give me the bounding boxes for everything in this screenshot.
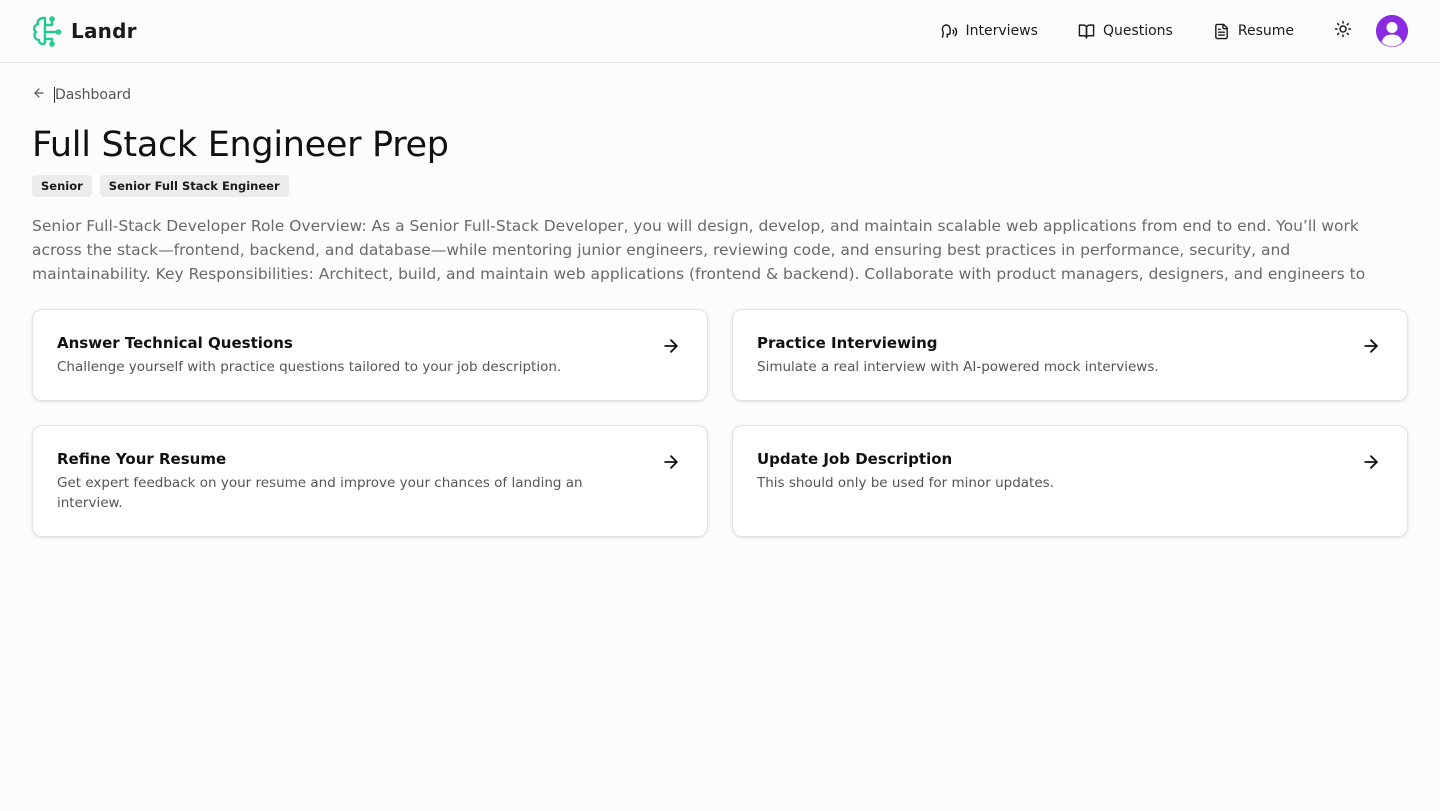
role-badge: Senior Full Stack Engineer <box>99 175 289 197</box>
speech-icon <box>941 23 958 40</box>
file-text-icon <box>1213 23 1230 40</box>
practice-interviewing-card[interactable]: Practice Interviewing Simulate a real in… <box>732 309 1408 401</box>
back-link-label: Dashboard <box>54 87 131 103</box>
nav-item-label: Interviews <box>965 23 1038 39</box>
card-title: Answer Technical Questions <box>57 334 293 352</box>
nav-item-questions[interactable]: Questions <box>1078 17 1173 46</box>
back-to-dashboard-link[interactable]: Dashboard <box>32 85 131 105</box>
badge-list: Senior Senior Full Stack Engineer <box>32 175 289 197</box>
brand-home-link[interactable]: Landr <box>32 14 137 48</box>
card-description: Simulate a real interview with AI-powere… <box>757 359 1159 375</box>
main-nav: Interviews Questions Resume <box>941 14 1408 48</box>
card-title: Update Job Description <box>757 450 953 468</box>
level-badge: Senior <box>32 175 92 197</box>
nav-item-resume[interactable]: Resume <box>1213 17 1294 46</box>
top-navbar: Landr Interviews Questions Resume <box>0 0 1440 63</box>
job-description-preview: Senior Full-Stack Developer Role Overvie… <box>32 217 1366 283</box>
answer-questions-card[interactable]: Answer Technical Questions Challenge you… <box>32 309 708 401</box>
page-title: Full Stack Engineer Prep <box>32 125 449 165</box>
nav-item-interviews[interactable]: Interviews <box>941 17 1038 46</box>
update-job-description-card[interactable]: Update Job Description This should only … <box>732 425 1408 537</box>
card-title: Refine Your Resume <box>57 450 227 468</box>
sun-icon <box>1334 20 1352 42</box>
card-description: This should only be used for minor updat… <box>757 475 1054 491</box>
refine-resume-card[interactable]: Refine Your Resume Get expert feedback o… <box>32 425 708 537</box>
user-icon <box>1376 15 1408 47</box>
brand-name: Landr <box>71 19 137 43</box>
card-title: Practice Interviewing <box>757 334 938 352</box>
user-avatar-button[interactable] <box>1376 15 1408 47</box>
arrow-right-icon <box>661 336 681 356</box>
book-open-icon <box>1078 23 1095 40</box>
arrow-right-icon <box>1361 336 1381 356</box>
card-description: Get expert feedback on your resume and i… <box>57 475 583 511</box>
theme-toggle-button[interactable] <box>1334 20 1352 42</box>
arrow-left-icon <box>32 86 46 104</box>
arrow-right-icon <box>661 452 681 472</box>
card-description: Challenge yourself with practice questio… <box>57 359 562 375</box>
brain-circuit-icon <box>32 15 62 47</box>
action-card-grid: Answer Technical Questions Challenge you… <box>32 309 1408 537</box>
arrow-right-icon <box>1361 452 1381 472</box>
nav-item-label: Resume <box>1237 23 1294 39</box>
nav-item-label: Questions <box>1102 23 1173 39</box>
